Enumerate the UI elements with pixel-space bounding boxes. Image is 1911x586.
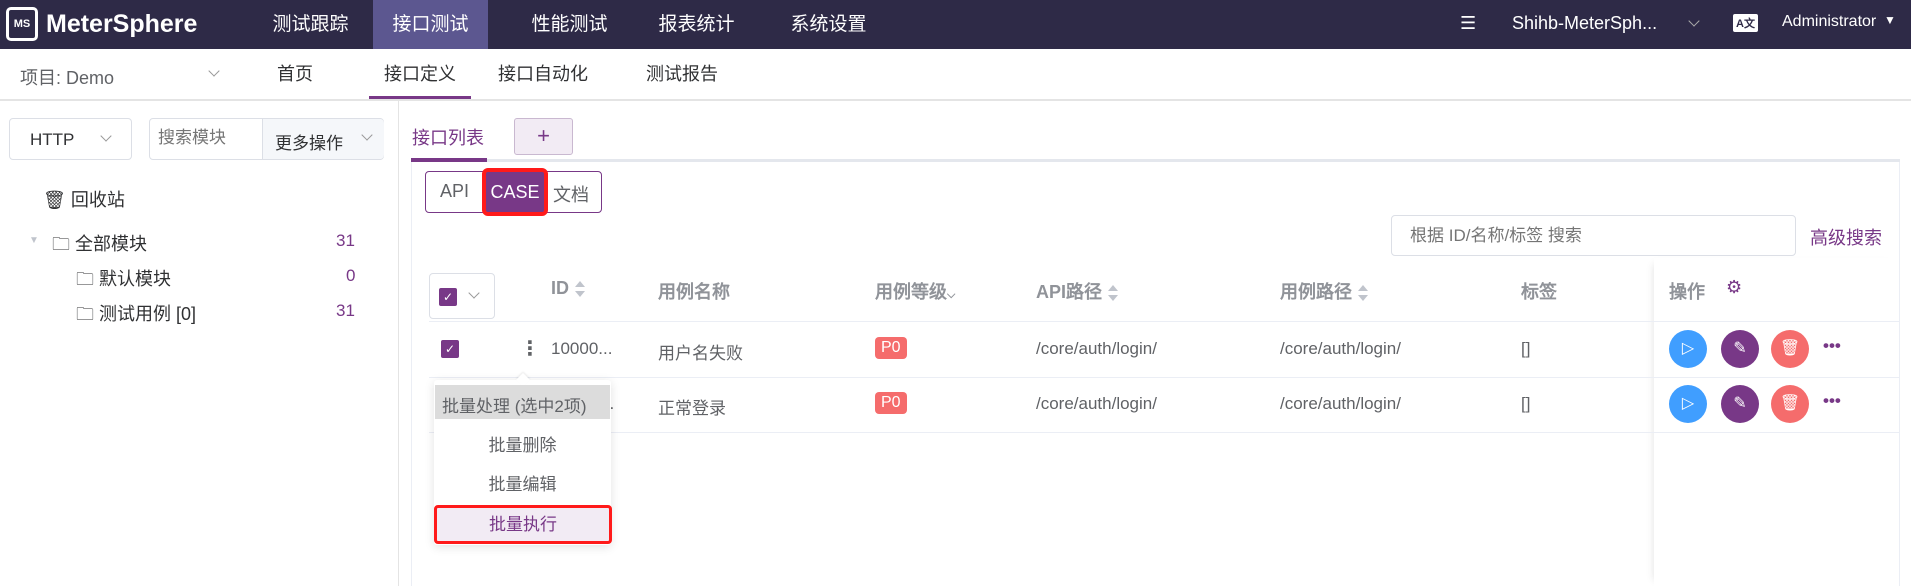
- col-name: 用例名称: [658, 282, 730, 302]
- tree-count: 0: [346, 266, 356, 285]
- tree-node-default[interactable]: 🗀 默认模块: [76, 265, 171, 297]
- col-ops: 操作: [1669, 282, 1705, 302]
- folder-icon: 🗀: [76, 304, 94, 324]
- tree-label: 全部模块: [75, 234, 148, 254]
- brand-name: MeterSphere: [46, 9, 198, 38]
- tree-count: 31: [336, 301, 355, 320]
- api-path: /core/auth/login/: [1036, 339, 1157, 358]
- expand-arrow-icon[interactable]: ▼: [29, 235, 39, 246]
- caret-down-icon[interactable]: ▼: [1884, 13, 1896, 27]
- row-checkbox[interactable]: ✓: [441, 340, 459, 358]
- more-icon[interactable]: •••: [1823, 336, 1841, 356]
- col-api-path[interactable]: API路径: [1036, 278, 1119, 304]
- case-path: /core/auth/login/: [1280, 339, 1401, 358]
- mode-doc[interactable]: 文档: [553, 181, 589, 207]
- trash-icon: 🗑: [43, 190, 66, 210]
- tree-node-test-case[interactable]: 🗀 测试用例 [0]: [76, 300, 196, 332]
- nav-performance[interactable]: 性能测试: [512, 0, 627, 49]
- chevron-down-icon[interactable]: [208, 65, 220, 77]
- folder-icon: 🗀: [52, 234, 70, 254]
- tab-api-automation[interactable]: 接口自动化: [498, 49, 588, 99]
- add-tab-button[interactable]: +: [514, 118, 573, 155]
- chevron-down-icon: [100, 130, 112, 142]
- col-tags: 标签: [1521, 282, 1557, 302]
- edit-button[interactable]: ✎: [1721, 330, 1759, 368]
- chevron-down-icon[interactable]: [1688, 15, 1700, 27]
- tree-label: 测试用例 [0]: [99, 304, 197, 324]
- task-list-icon[interactable]: ☰: [1460, 13, 1476, 34]
- nav-report[interactable]: 报表统计: [639, 0, 754, 49]
- more-icon[interactable]: •••: [1823, 391, 1841, 411]
- top-nav: MS MeterSphere 测试跟踪 接口测试 性能测试 报表统计 系统设置 ☰…: [0, 0, 1911, 49]
- logo-cube-icon: MS: [6, 7, 38, 41]
- case-path: /core/auth/login/: [1280, 394, 1401, 413]
- gear-icon[interactable]: ⚙: [1726, 277, 1742, 298]
- module-sidebar: HTTP 更多操作 🗑 回收站 ▼ 🗀 全部模块 31 🗀 默认模块 0 🗀 测…: [0, 101, 399, 586]
- user-menu[interactable]: Administrator: [1782, 13, 1876, 31]
- case-search-input[interactable]: [1391, 215, 1796, 256]
- col-case-path[interactable]: 用例路径: [1280, 278, 1368, 304]
- logo[interactable]: MS MeterSphere: [6, 4, 197, 44]
- api-path: /core/auth/login/: [1036, 394, 1157, 413]
- edit-button[interactable]: ✎: [1721, 385, 1759, 423]
- divider: [429, 432, 1900, 433]
- advanced-search-link[interactable]: 高级搜索: [1810, 224, 1882, 250]
- run-button[interactable]: ▷: [1669, 385, 1707, 423]
- batch-execute[interactable]: 批量执行: [434, 505, 612, 544]
- delete-button[interactable]: 🗑: [1771, 385, 1809, 423]
- delete-button[interactable]: 🗑: [1771, 330, 1809, 368]
- sort-icon: [1108, 285, 1119, 302]
- level-badge: P0: [875, 392, 907, 414]
- level-badge: P0: [875, 337, 907, 359]
- nav-settings[interactable]: 系统设置: [771, 0, 886, 49]
- sub-nav: 项目: Demo 首页 接口定义 接口自动化 测试报告: [0, 49, 1911, 101]
- mode-case[interactable]: CASE: [482, 168, 548, 216]
- chevron-down-icon: [468, 287, 480, 299]
- tab-api-definition[interactable]: 接口定义: [369, 49, 471, 99]
- project-select[interactable]: 项目: Demo: [20, 64, 114, 90]
- run-button[interactable]: ▷: [1669, 330, 1707, 368]
- batch-delete[interactable]: 批量删除: [435, 431, 610, 456]
- filter-chevron-icon: ⌵: [947, 289, 956, 301]
- tree-label: 默认模块: [99, 269, 172, 289]
- recycle-bin[interactable]: 🗑 回收站: [43, 186, 125, 212]
- batch-edit[interactable]: 批量编辑: [435, 470, 610, 495]
- case-id: 10000...: [551, 339, 613, 358]
- module-search-input[interactable]: [158, 128, 258, 148]
- col-id[interactable]: ID: [551, 278, 585, 299]
- select-all-checkbox[interactable]: ✓: [439, 288, 457, 306]
- sort-icon: [1358, 285, 1368, 302]
- tags: []: [1521, 394, 1531, 413]
- tab-test-report[interactable]: 测试报告: [646, 49, 718, 99]
- more-ops-button[interactable]: 更多操作: [262, 119, 384, 159]
- mode-api[interactable]: API: [440, 181, 469, 202]
- folder-icon: 🗀: [76, 269, 94, 289]
- more-ops-label: 更多操作: [275, 134, 343, 153]
- divider: [429, 321, 1900, 322]
- protocol-value: HTTP: [30, 130, 75, 149]
- language-icon[interactable]: A文: [1733, 14, 1758, 32]
- module-search-group: 更多操作: [149, 118, 384, 160]
- select-all-dropdown[interactable]: ✓: [429, 273, 495, 319]
- tab-api-list[interactable]: 接口列表: [412, 124, 484, 150]
- batch-menu-header: 批量处理 (选中2项): [435, 385, 610, 419]
- tree-count: 31: [336, 231, 355, 250]
- nav-test-track[interactable]: 测试跟踪: [253, 0, 368, 49]
- tab-home[interactable]: 首页: [277, 49, 313, 99]
- tags: []: [1521, 339, 1531, 358]
- tree-node-all[interactable]: 🗀 全部模块: [52, 230, 147, 262]
- case-name[interactable]: 用户名失败: [658, 339, 743, 364]
- workspace-select[interactable]: Shihb-MeterSph...: [1512, 13, 1657, 34]
- kebab-menu-icon[interactable]: ⋮: [520, 336, 540, 361]
- col-level[interactable]: 用例等级⌵: [875, 278, 955, 304]
- case-name[interactable]: 正常登录: [658, 394, 726, 419]
- protocol-select[interactable]: HTTP: [9, 118, 132, 160]
- nav-api-test[interactable]: 接口测试: [373, 0, 488, 49]
- chevron-down-icon: [361, 129, 373, 141]
- recycle-label: 回收站: [70, 190, 125, 210]
- divider: [429, 377, 1900, 378]
- sort-icon: [575, 281, 585, 298]
